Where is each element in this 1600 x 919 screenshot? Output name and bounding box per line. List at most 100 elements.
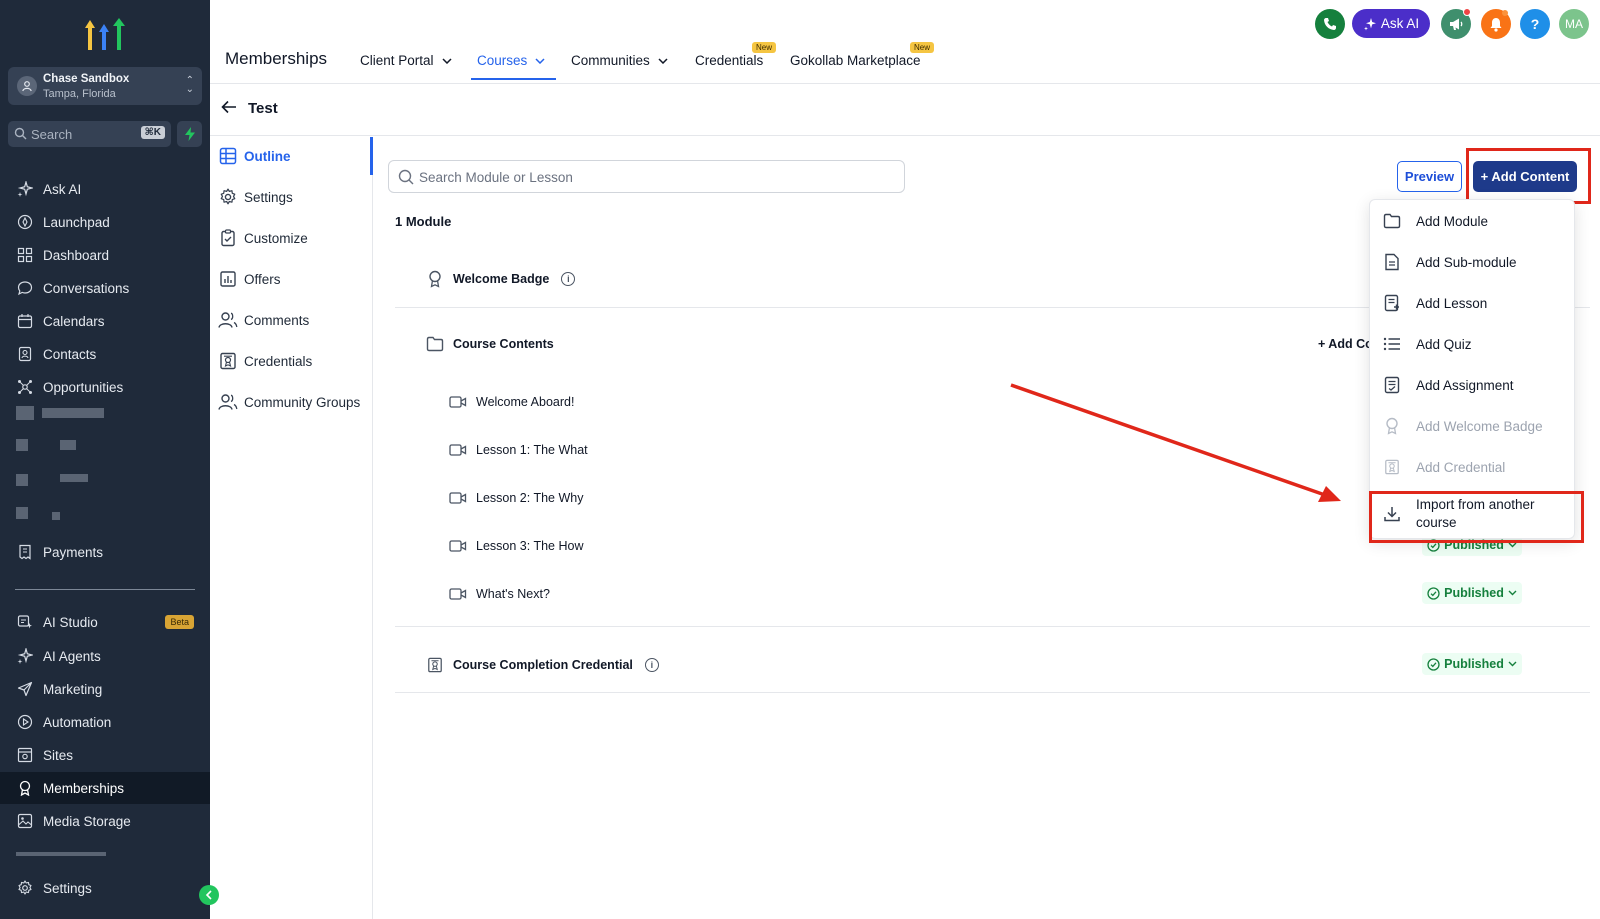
nav-label: Calendars [43, 313, 105, 329]
menu-add-lesson[interactable]: Add Lesson [1382, 289, 1572, 317]
menu-item-label: Add Assignment [1416, 377, 1514, 393]
nav-conversations[interactable]: Conversations [0, 272, 210, 304]
nav-sites[interactable]: Sites [0, 739, 210, 771]
course-nav-customize[interactable]: Customize [218, 226, 308, 250]
menu-add-assignment[interactable]: Add Assignment [1382, 371, 1572, 399]
redacted-item [52, 512, 60, 520]
account-avatar-icon [17, 76, 37, 96]
active-nav-indicator [370, 137, 373, 175]
course-nav-comments[interactable]: Comments [218, 308, 309, 332]
course-nav-community-groups[interactable]: Community Groups [218, 390, 360, 414]
lesson-row[interactable]: Lesson 1: The What [448, 440, 588, 460]
megaphone-icon [1450, 18, 1463, 30]
welcome-badge-label: Welcome Badge [453, 272, 550, 286]
module-add-content-link[interactable]: + Add Co [1318, 337, 1373, 351]
lesson-title: Lesson 3: The How [476, 539, 584, 553]
nav-automation[interactable]: Automation [0, 706, 210, 738]
receipt-icon [16, 543, 34, 561]
info-icon[interactable]: i [561, 272, 576, 286]
welcome-badge-row[interactable]: Welcome Badge i [425, 269, 576, 289]
quick-action-button[interactable] [177, 121, 202, 147]
nav-dashboard[interactable]: Dashboard [0, 239, 210, 271]
assignment-icon [1382, 375, 1402, 395]
redacted-item [60, 440, 76, 450]
course-nav-offers[interactable]: Offers [218, 267, 281, 291]
info-icon[interactable]: i [644, 658, 659, 672]
course-nav-label: Outline [244, 148, 291, 164]
nav-ask-ai[interactable]: Ask AI [0, 173, 210, 205]
module-row[interactable]: Course Contents [425, 334, 554, 354]
redacted-item [42, 408, 104, 418]
ask-ai-button[interactable]: Ask AI [1352, 9, 1430, 38]
account-name: Chase Sandbox [43, 73, 130, 85]
lesson-row[interactable]: Lesson 2: The Why [448, 488, 583, 508]
lesson-title: Welcome Aboard! [476, 395, 575, 409]
tab-credentials[interactable]: Credentials [695, 53, 763, 68]
menu-add-module[interactable]: Add Module [1382, 207, 1572, 235]
nav-launchpad[interactable]: Launchpad [0, 206, 210, 238]
redacted-item [16, 507, 28, 519]
sidebar-search[interactable]: Search ⌘K [8, 121, 171, 147]
lesson-row[interactable]: Lesson 3: The How [448, 536, 583, 556]
course-nav-settings[interactable]: Settings [218, 185, 293, 209]
collapse-sidebar-button[interactable] [199, 885, 219, 905]
tab-label: Client Portal [360, 53, 434, 68]
lesson-title: What's Next? [476, 587, 550, 601]
folder-icon [1382, 211, 1402, 231]
course-header: Test [210, 84, 1600, 136]
search-icon [398, 169, 414, 185]
add-content-menu: Add Module Add Sub-module Add Lesson Add… [1369, 199, 1575, 539]
course-nav-credentials[interactable]: Credentials [218, 349, 312, 373]
chevron-down-icon [442, 57, 452, 64]
user-avatar[interactable]: MA [1559, 9, 1589, 39]
lesson-row[interactable]: Welcome Aboard! [448, 392, 574, 412]
notification-dot [1463, 8, 1471, 16]
nav-opportunities[interactable]: Opportunities [0, 371, 210, 403]
nav-contacts[interactable]: Contacts [0, 338, 210, 370]
network-icon [16, 378, 34, 396]
automation-icon [16, 713, 34, 731]
nav-payments[interactable]: Payments [0, 536, 210, 568]
rocket-icon [16, 213, 34, 231]
preview-button[interactable]: Preview [1397, 161, 1462, 192]
badge-icon [425, 269, 445, 289]
module-search-input[interactable]: Search Module or Lesson [388, 160, 905, 193]
nav-label: Memberships [43, 780, 125, 796]
list-icon [1382, 334, 1402, 354]
status-dropdown[interactable]: Published [1422, 582, 1522, 604]
course-nav-label: Settings [244, 189, 293, 205]
ask-ai-label: Ask AI [1380, 16, 1420, 31]
tab-client-portal[interactable]: Client Portal [360, 53, 452, 68]
row-divider [395, 626, 1590, 627]
search-shortcut: ⌘K [140, 126, 165, 139]
video-icon [448, 584, 468, 604]
status-dropdown[interactable]: Published [1422, 653, 1522, 675]
arrow-left-icon[interactable] [221, 100, 237, 114]
help-button[interactable]: ? [1520, 9, 1550, 39]
nav-memberships[interactable]: Memberships [0, 772, 210, 804]
image-icon [16, 812, 34, 830]
new-badge: New [752, 42, 777, 53]
app-logo-icon[interactable] [82, 14, 128, 52]
status-label: Published [1444, 586, 1504, 600]
menu-add-quiz[interactable]: Add Quiz [1382, 330, 1572, 358]
course-nav-outline[interactable]: Outline [218, 144, 291, 168]
credential-row[interactable]: Course Completion Credential i [425, 655, 659, 675]
nav-media-storage[interactable]: Media Storage [0, 805, 210, 837]
account-switcher[interactable]: Chase Sandbox Tampa, Florida ⌃ ⌄ [8, 67, 202, 105]
nav-label: Ask AI [43, 181, 82, 197]
ai-studio-icon [16, 613, 34, 631]
tab-communities[interactable]: Communities [571, 53, 668, 68]
phone-button[interactable] [1315, 9, 1345, 39]
nav-marketing[interactable]: Marketing [0, 673, 210, 705]
sites-icon [16, 746, 34, 764]
tab-gokollab-marketplace[interactable]: Gokollab Marketplace [790, 53, 921, 68]
lesson-row[interactable]: What's Next? [448, 584, 550, 604]
tab-courses[interactable]: Courses [477, 53, 545, 68]
menu-add-sub-module[interactable]: Add Sub-module [1382, 248, 1572, 276]
nav-calendars[interactable]: Calendars [0, 305, 210, 337]
nav-ai-agents[interactable]: AI Agents [0, 640, 210, 672]
menu-add-credential: Add Credential [1382, 453, 1572, 481]
nav-settings[interactable]: Settings [0, 872, 210, 904]
nav-ai-studio[interactable]: AI Studio Beta [0, 606, 210, 638]
